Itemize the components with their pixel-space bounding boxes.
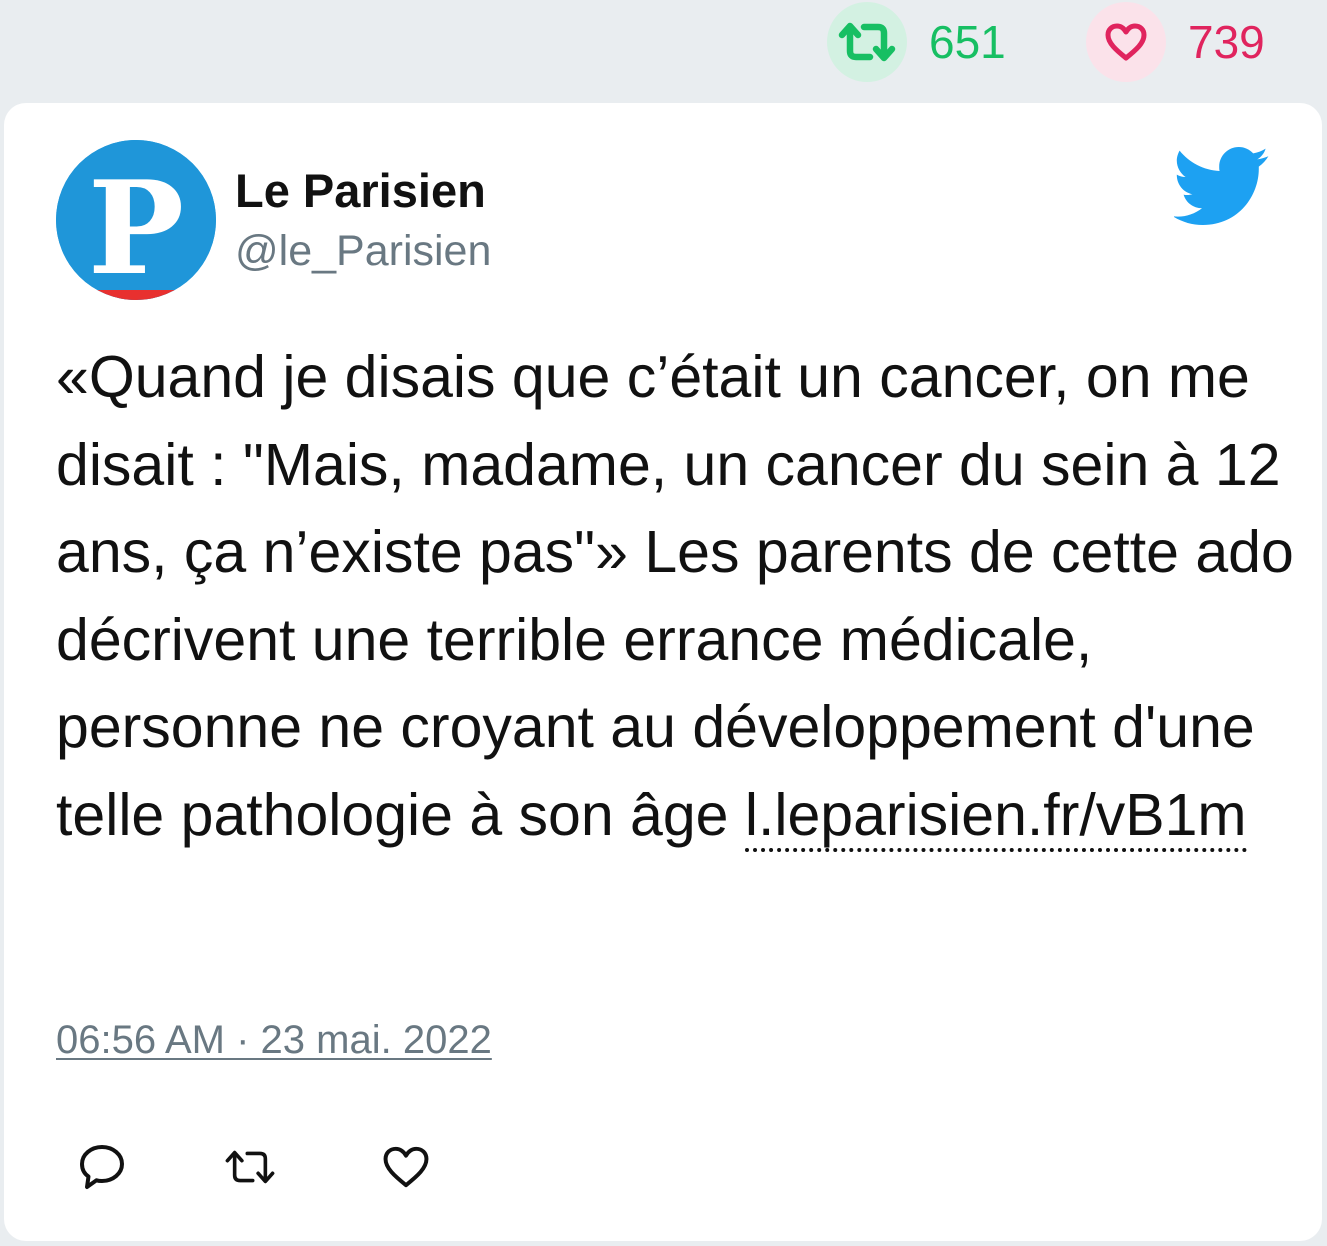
tweet-timestamp[interactable]: 06:56 AM · 23 mai. 2022: [56, 1020, 492, 1060]
reply-icon: [80, 1145, 124, 1189]
avatar[interactable]: P: [56, 140, 216, 300]
retweet-icon[interactable]: [827, 2, 907, 82]
heart-icon: [383, 1146, 429, 1188]
retweet-stat[interactable]: 651: [827, 0, 1006, 84]
like-button[interactable]: [378, 1139, 434, 1195]
like-stat[interactable]: 739: [1086, 0, 1265, 84]
like-count: 739: [1188, 16, 1265, 68]
retweet-button[interactable]: [222, 1139, 278, 1195]
reply-button[interactable]: [74, 1139, 130, 1195]
author-name[interactable]: Le Parisien: [235, 167, 486, 214]
twitter-bird-icon[interactable]: [1172, 147, 1270, 225]
author-handle[interactable]: @le_Parisien: [235, 230, 491, 273]
heart-icon[interactable]: [1086, 2, 1166, 82]
tweet-text: «Quand je disais que c’était un cancer, …: [56, 334, 1296, 859]
svg-text:P: P: [88, 154, 184, 300]
tweet-body: «Quand je disais que c’était un cancer, …: [56, 344, 1294, 848]
tweet-card: P Le Parisien @le_Parisien «Quand je dis…: [4, 103, 1322, 1241]
retweet-count: 651: [929, 16, 1006, 68]
tweet-link[interactable]: l.leparisien.fr/vB1m: [744, 781, 1247, 852]
engagement-stats: 651 739: [0, 0, 1327, 95]
retweet-icon: [225, 1150, 275, 1184]
